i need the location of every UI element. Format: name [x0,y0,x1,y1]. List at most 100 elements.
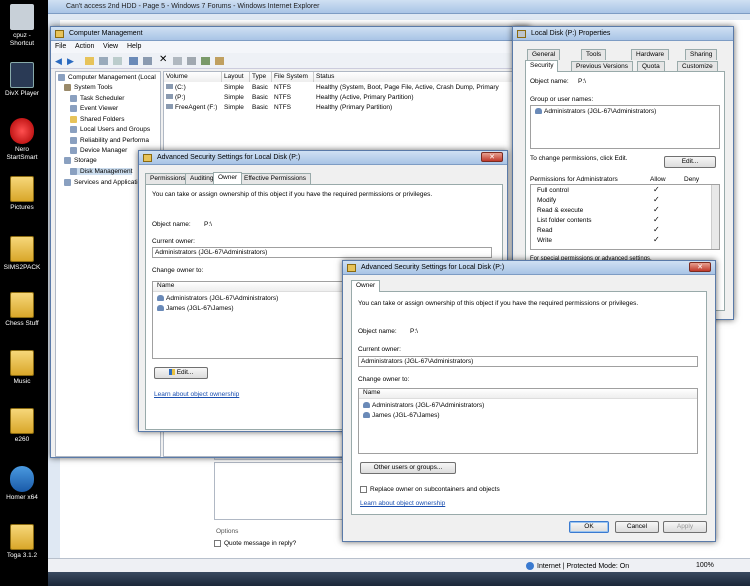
desktop-icon-toga[interactable]: Toga 3.1.2 [2,524,42,560]
show-hide-tree-icon[interactable] [99,57,108,65]
column-layout[interactable]: Layout [222,72,250,82]
list-item[interactable]: Administrators (JGL-67\Administrators) [535,108,656,115]
tree-item-disk-management[interactable]: Disk Management [70,168,133,176]
folder-icon [10,292,34,318]
object-name-label: Object name: [530,78,569,85]
tree-item-services[interactable]: Services and Applications [64,179,148,186]
tree-item-storage[interactable]: Storage [64,157,97,164]
table-row[interactable]: (P:) Simple Basic NTFS Healthy (Active, … [164,94,524,104]
tab-general[interactable]: General [527,49,561,60]
close-icon[interactable]: ✕ [481,152,503,162]
cell-layout: Simple [224,94,244,101]
back-icon[interactable]: ◀ [55,56,62,67]
desktop-icon-pictures[interactable]: Pictures [2,176,42,212]
change-owner-label: Change owner to: [358,376,410,383]
column-volume[interactable]: Volume [164,72,222,82]
desktop-icon-nero[interactable]: Nero StartSmart [2,118,42,162]
checkbox[interactable] [214,540,221,547]
tree-item-system-tools[interactable]: System Tools [64,84,113,91]
help-icon[interactable] [129,57,138,65]
reply-textarea[interactable] [214,462,344,520]
learn-ownership-link[interactable]: Learn about object ownership [360,500,445,507]
ie-icon [10,466,34,492]
properties-icon[interactable] [113,57,122,65]
search-icon[interactable] [201,57,210,65]
paste-icon[interactable] [187,57,196,65]
tab-sharing[interactable]: Sharing [685,49,718,60]
tree-label: Computer Management (Local [68,74,156,82]
close-icon[interactable]: ✕ [689,262,711,272]
column-status[interactable]: Status [314,72,526,82]
column-type[interactable]: Type [250,72,272,82]
cell-fs: NTFS [274,94,291,101]
forward-icon[interactable]: ▶ [67,56,74,67]
tree-label: Local Users and Groups [80,126,151,134]
scrollbar[interactable] [711,185,719,249]
cancel-button[interactable]: Cancel [615,521,659,533]
taskbar [48,572,750,586]
tree-label: Event Viewer [80,105,119,113]
menu-action[interactable]: Action [75,43,94,50]
list-item[interactable]: James (JGL-67\James) [157,305,234,312]
copy-icon[interactable] [173,57,182,65]
tree-item-device-manager[interactable]: Device Manager [70,147,127,154]
menu-view[interactable]: View [103,43,118,50]
desktop-icon-e260[interactable]: e260 [2,408,42,444]
tab-owner[interactable]: Owner [213,172,243,184]
menu-help[interactable]: Help [127,43,141,50]
list-item[interactable]: Administrators (JGL-67\Administrators) [363,402,484,409]
zoom-level[interactable]: 100% [696,562,714,569]
other-users-button[interactable]: Other users or groups... [360,462,456,474]
column-name[interactable]: Name [153,282,345,292]
browser-statusbar: Internet | Protected Mode: On 100% [48,558,750,572]
desktop-icon-label: Chess Stuff [5,320,39,327]
ok-button[interactable]: OK [569,521,609,533]
tree-item-reliability[interactable]: Reliability and Performa [70,137,149,144]
tree-label: Device Manager [80,147,128,155]
perm-full-control: Full control [537,187,569,194]
desktop-icon-sims2pack[interactable]: SIMS2PACK [2,236,42,272]
replace-owner-row[interactable]: Replace owner on subcontainers and objec… [360,486,500,493]
tree-item-local-users[interactable]: Local Users and Groups [70,126,150,133]
edit-button[interactable]: Edit... [664,156,716,168]
tab-effective-permissions[interactable]: Effective Permissions [239,173,312,184]
tree-item-shared-folders[interactable]: Shared Folders [70,116,124,123]
apply-button[interactable]: Apply [663,521,707,533]
tree-item-task-scheduler[interactable]: Task Scheduler [70,95,124,102]
desktop-icon-homer[interactable]: Homer x64 [2,466,42,502]
tree-item-root[interactable]: Computer Management (Local [58,74,156,81]
tree-item-event-viewer[interactable]: Event Viewer [70,105,118,112]
desktop-icon-divx[interactable]: DivX Player [2,62,42,98]
desktop-icon-chess[interactable]: Chess Stuff [2,292,42,328]
perm-read: Read [537,227,553,234]
tab-owner[interactable]: Owner [351,280,381,292]
table-row[interactable]: (C:) Simple Basic NTFS Healthy (System, … [164,84,524,94]
menu-file[interactable]: File [55,43,66,50]
column-file-system[interactable]: File System [272,72,314,82]
desktop-icon-cpuz[interactable]: cpuz - Shortcut [2,4,42,48]
folder-icon [10,408,34,434]
folder-icon [10,350,34,376]
up-folder-icon[interactable] [85,57,94,65]
quote-checkbox-row[interactable]: Quote message in reply? [214,540,296,547]
replace-owner-checkbox[interactable] [360,486,367,493]
group-label: Group or user names: [530,96,594,103]
tree-label: Shared Folders [80,116,125,124]
list-icon[interactable] [143,57,152,65]
tab-permissions[interactable]: Permissions [145,173,191,184]
list-item[interactable]: James (JGL-67\James) [363,412,440,419]
current-owner-field: Administrators (JGL-67\Administrators) [358,356,698,367]
cell-status: Healthy (Active, Primary Partition) [316,94,414,101]
tab-security[interactable]: Security [525,60,559,72]
tab-hardware[interactable]: Hardware [631,49,670,60]
tab-tools[interactable]: Tools [581,49,607,60]
export-icon[interactable] [215,57,224,65]
edit-button[interactable]: Edit... [154,367,208,379]
list-item[interactable]: Administrators (JGL-67\Administrators) [157,295,278,302]
delete-icon[interactable]: ✕ [159,54,167,65]
column-name[interactable]: Name [359,389,697,399]
desktop-icon-music[interactable]: Music [2,350,42,386]
owner-entry: James (JGL-67\James) [372,412,440,419]
table-row[interactable]: FreeAgent (F:) Simple Basic NTFS Healthy… [164,104,524,114]
learn-ownership-link[interactable]: Learn about object ownership [154,391,239,398]
